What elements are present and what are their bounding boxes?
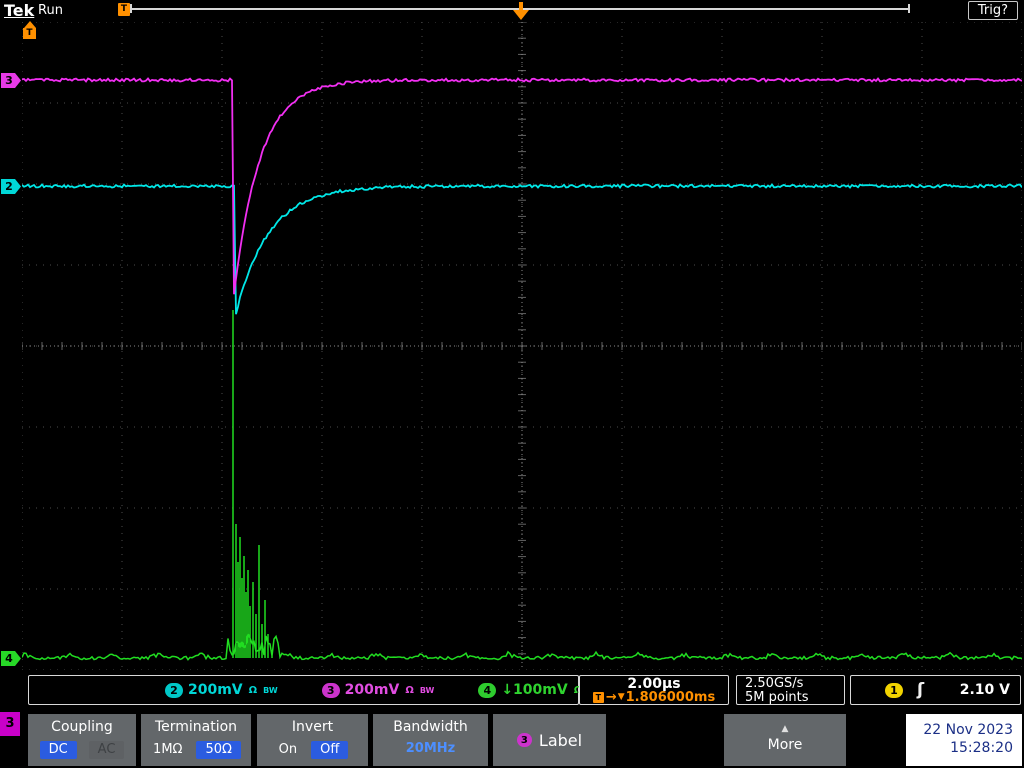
menu-channel-indicator: 3: [0, 712, 20, 736]
channel-2-readout[interactable]: 2 200mV Ω BW: [165, 682, 278, 698]
trigger-level-value: 2.10 V: [959, 682, 1010, 698]
channel-3-scale: 200mV: [344, 682, 400, 698]
channel-3-bandwidth-limit-icon: BW: [419, 685, 435, 695]
acquisition-readout-box[interactable]: 2.50GS/s 5M points: [736, 675, 845, 705]
trigger-record-icon: T: [118, 3, 130, 16]
trigger-position-marker[interactable]: [513, 2, 529, 20]
termination-1mohm-option[interactable]: 1MΩ: [151, 741, 184, 759]
trigger-delay-readout: T → ▼ 1.806000ms: [580, 691, 728, 704]
coupling-button[interactable]: Coupling DC AC: [28, 714, 136, 766]
more-up-arrow-icon: ▲: [781, 724, 789, 734]
trigger-position-arrow-icon: [513, 10, 529, 20]
tek-logo: Tek: [4, 1, 35, 20]
termination-button[interactable]: Termination 1MΩ 50Ω: [141, 714, 251, 766]
channel-3-badge: 3: [321, 682, 340, 698]
trigger-position-stem: [519, 2, 523, 10]
channel-2-bandwidth-limit-icon: BW: [263, 685, 278, 695]
delay-triangle-icon: ▼: [617, 692, 625, 702]
channel-3-marker[interactable]: 3: [1, 73, 21, 88]
invert-off-option[interactable]: Off: [311, 741, 349, 759]
trigger-readout-box[interactable]: 1 ʃ 2.10 V: [850, 675, 1021, 705]
more-button[interactable]: ▲ More: [724, 714, 846, 766]
delay-value: 1.806000ms: [625, 690, 716, 705]
termination-label: Termination: [154, 719, 238, 735]
label-channel-badge: 3: [516, 733, 532, 747]
channel-2-badge: 2: [165, 682, 183, 698]
channel-2-marker[interactable]: 2: [1, 179, 21, 194]
termination-50ohm-option[interactable]: 50Ω: [196, 741, 241, 759]
channel-2-ohm-icon: Ω: [248, 684, 258, 696]
trigger-level-marker[interactable]: T: [23, 21, 37, 39]
channel-4-badge: 4: [478, 682, 497, 698]
graticule-waveform-display: [22, 22, 1022, 670]
trigger-level-label: T: [23, 28, 36, 39]
date-text: 22 Nov 2023: [923, 722, 1013, 738]
invert-button[interactable]: Invert On Off: [257, 714, 368, 766]
horizontal-readout-box[interactable]: 2.00µs T → ▼ 1.806000ms: [579, 675, 729, 705]
timebase-scale: 2.00µs: [627, 676, 681, 692]
coupling-ac-option[interactable]: AC: [88, 741, 125, 759]
trigger-source-badge: 1: [885, 682, 903, 698]
bandwidth-button[interactable]: Bandwidth 20MHz: [373, 714, 488, 766]
channel-3-ohm-icon: Ω: [405, 684, 414, 696]
trigger-t-icon: T: [592, 692, 604, 703]
channel-3-readout[interactable]: 3 200mV Ω BW: [321, 682, 435, 698]
record-length: 5M points: [745, 690, 809, 705]
label-text: Label: [538, 730, 583, 750]
channel-2-scale: 200mV: [188, 682, 243, 698]
time-text: 15:28:20: [950, 740, 1013, 756]
datetime-display: 22 Nov 2023 15:28:20: [906, 714, 1022, 766]
bandwidth-label: Bandwidth: [393, 719, 468, 735]
channel-readouts-box: 2 200mV Ω BW 3 200mV Ω BW 4 ↓100mV Ω BW: [28, 675, 603, 705]
more-text: More: [767, 737, 803, 753]
coupling-dc-option[interactable]: DC: [39, 741, 77, 759]
channel-4-scale: ↓100mV: [501, 682, 568, 698]
acquisition-status: Run: [38, 3, 63, 18]
invert-label: Invert: [291, 719, 334, 735]
coupling-label: Coupling: [51, 719, 113, 735]
sample-rate: 2.50GS/s: [745, 676, 804, 691]
trigger-status-badge: Trig?: [967, 1, 1018, 20]
invert-on-option[interactable]: On: [277, 741, 299, 759]
label-button[interactable]: 3 Label: [493, 714, 606, 766]
bandwidth-value[interactable]: 20MHz: [406, 741, 455, 757]
record-bar-right-tick: [908, 4, 910, 13]
trigger-slope-icon: ʃ: [917, 679, 925, 700]
delay-arrow-icon: →: [605, 690, 617, 705]
channel-4-marker[interactable]: 4: [1, 651, 21, 666]
trigger-offscreen-arrow-icon: [24, 21, 36, 28]
